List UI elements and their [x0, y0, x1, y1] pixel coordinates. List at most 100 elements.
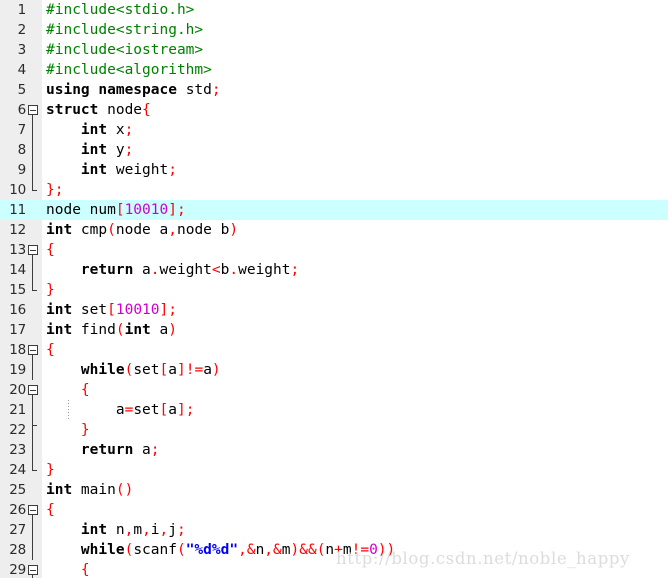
fold-bracket-line — [32, 140, 33, 160]
code-text[interactable]: int weight; — [46, 160, 177, 180]
code-line[interactable]: 6 struct node{ — [0, 100, 668, 120]
fold-bracket-line — [32, 440, 33, 460]
fold-collapse-icon[interactable] — [28, 345, 38, 355]
line-number: 25 — [9, 482, 26, 498]
code-line[interactable]: 9 int weight; — [0, 160, 668, 180]
line-number: 2 — [17, 22, 27, 38]
code-text[interactable]: int y; — [46, 140, 133, 160]
token-punc: ]; — [168, 202, 186, 218]
token-pln: set — [72, 302, 108, 318]
code-text[interactable]: { — [46, 340, 55, 360]
code-text[interactable]: using namespace std; — [46, 80, 221, 100]
code-line[interactable]: 18 { — [0, 340, 668, 360]
code-text[interactable]: int x; — [46, 120, 133, 140]
token-kw: int — [46, 482, 73, 498]
code-text[interactable]: return a.weight<b.weight; — [46, 260, 299, 280]
fold-collapse-icon[interactable] — [28, 385, 38, 395]
code-text[interactable]: int cmp(node a,node b) — [46, 220, 238, 240]
code-line[interactable]: 26 { — [0, 500, 668, 520]
token-punc: { — [46, 342, 55, 358]
token-pln: weight — [107, 162, 169, 178]
code-line[interactable]: 22 } — [0, 420, 668, 440]
fold-bracket-tick — [32, 425, 37, 426]
token-pln — [46, 262, 81, 278]
token-pp: #include<iostream> — [46, 42, 204, 58]
code-line[interactable]: 1 #include<stdio.h> — [0, 0, 668, 20]
code-editor[interactable]: 1 #include<stdio.h> 2 #include<string.h> 3 #i… — [0, 0, 668, 578]
fold-collapse-icon[interactable] — [28, 245, 38, 255]
code-line[interactable]: 8 int y; — [0, 140, 668, 160]
code-text[interactable]: #include<string.h> — [46, 20, 203, 40]
code-text[interactable]: int find(int a) — [46, 320, 177, 340]
code-text[interactable]: node num[10010]; — [46, 200, 186, 220]
code-text[interactable]: }; — [46, 180, 63, 200]
token-pln: set — [133, 402, 160, 418]
token-punc: [ — [159, 402, 169, 418]
code-line[interactable]: 17 int find(int a) — [0, 320, 668, 340]
watermark-text: http://blog.csdn.net/noble_happy — [336, 549, 630, 568]
code-line[interactable]: 11 node num[10010]; — [0, 200, 668, 220]
code-text[interactable]: { — [46, 500, 55, 520]
code-line[interactable]: 15} — [0, 280, 668, 300]
line-number: 29 — [9, 562, 26, 578]
code-text[interactable]: struct node{ — [46, 100, 151, 120]
code-line[interactable]: 7 int x; — [0, 120, 668, 140]
code-text[interactable]: { — [46, 240, 55, 260]
fold-bracket-end — [32, 280, 37, 291]
code-text[interactable]: #include<iostream> — [46, 40, 203, 60]
token-pln: weight — [238, 262, 291, 278]
token-punc: ; — [290, 262, 300, 278]
code-line[interactable]: 23 return a; — [0, 440, 668, 460]
code-line[interactable]: 3 #include<iostream> — [0, 40, 668, 60]
token-punc: , — [159, 522, 169, 538]
fold-collapse-icon[interactable] — [28, 565, 38, 575]
code-line[interactable]: 19 while(set[a]!=a) — [0, 360, 668, 380]
token-pp: #include<stdio.h> — [46, 2, 195, 18]
token-kw: return — [80, 442, 134, 458]
code-text[interactable]: int main() — [46, 480, 133, 500]
code-line[interactable]: 4 #include<algorithm> — [0, 60, 668, 80]
code-line[interactable]: 10}; — [0, 180, 668, 200]
code-text[interactable]: a=set[a]; — [46, 400, 195, 420]
fold-bracket-line — [32, 520, 33, 540]
token-pln — [46, 542, 81, 558]
code-line[interactable]: 2 #include<string.h> — [0, 20, 668, 40]
code-line[interactable]: 13 { — [0, 240, 668, 260]
code-text[interactable]: while(set[a]!=a) — [46, 360, 221, 380]
code-lines-container[interactable]: 1 #include<stdio.h> 2 #include<string.h> 3 #i… — [0, 0, 668, 578]
code-text[interactable]: } — [46, 460, 55, 480]
token-pln: find — [72, 322, 116, 338]
code-text[interactable]: { — [46, 560, 90, 578]
code-line[interactable]: 14 return a.weight<b.weight; — [0, 260, 668, 280]
line-number: 20 — [9, 382, 26, 398]
token-str: "%d%d" — [185, 542, 239, 558]
token-pln: weight — [159, 262, 212, 278]
code-line[interactable]: 5 using namespace std; — [0, 80, 668, 100]
fold-collapse-icon[interactable] — [28, 505, 38, 515]
code-text[interactable]: int n,m,i,j; — [46, 520, 186, 540]
line-number: 11 — [9, 202, 26, 218]
code-text[interactable]: #include<stdio.h> — [46, 0, 194, 20]
token-pln — [46, 362, 81, 378]
token-punc: ) — [229, 222, 239, 238]
code-text[interactable]: int set[10010]; — [46, 300, 177, 320]
code-line[interactable]: 25 int main() — [0, 480, 668, 500]
code-text[interactable]: } — [46, 420, 90, 440]
code-text[interactable]: } — [46, 280, 55, 300]
fold-collapse-icon[interactable] — [28, 105, 38, 115]
code-text[interactable]: #include<algorithm> — [46, 60, 212, 80]
token-kw: return — [80, 262, 134, 278]
code-line[interactable]: 16 int set[10010]; — [0, 300, 668, 320]
code-text[interactable]: return a; — [46, 440, 160, 460]
line-number: 10 — [9, 182, 26, 198]
code-line[interactable]: 27 int n,m,i,j; — [0, 520, 668, 540]
code-line[interactable]: 21 a=set[a]; — [0, 400, 668, 420]
code-line[interactable]: 12 int cmp(node a,node b) — [0, 220, 668, 240]
code-line[interactable]: 24} — [0, 460, 668, 480]
fold-bracket-end — [32, 460, 37, 471]
code-line[interactable]: 20 { — [0, 380, 668, 400]
token-punc: ; — [211, 82, 221, 98]
code-text[interactable]: { — [46, 380, 90, 400]
line-number: 18 — [9, 342, 26, 358]
token-punc: )&&( — [290, 542, 326, 558]
